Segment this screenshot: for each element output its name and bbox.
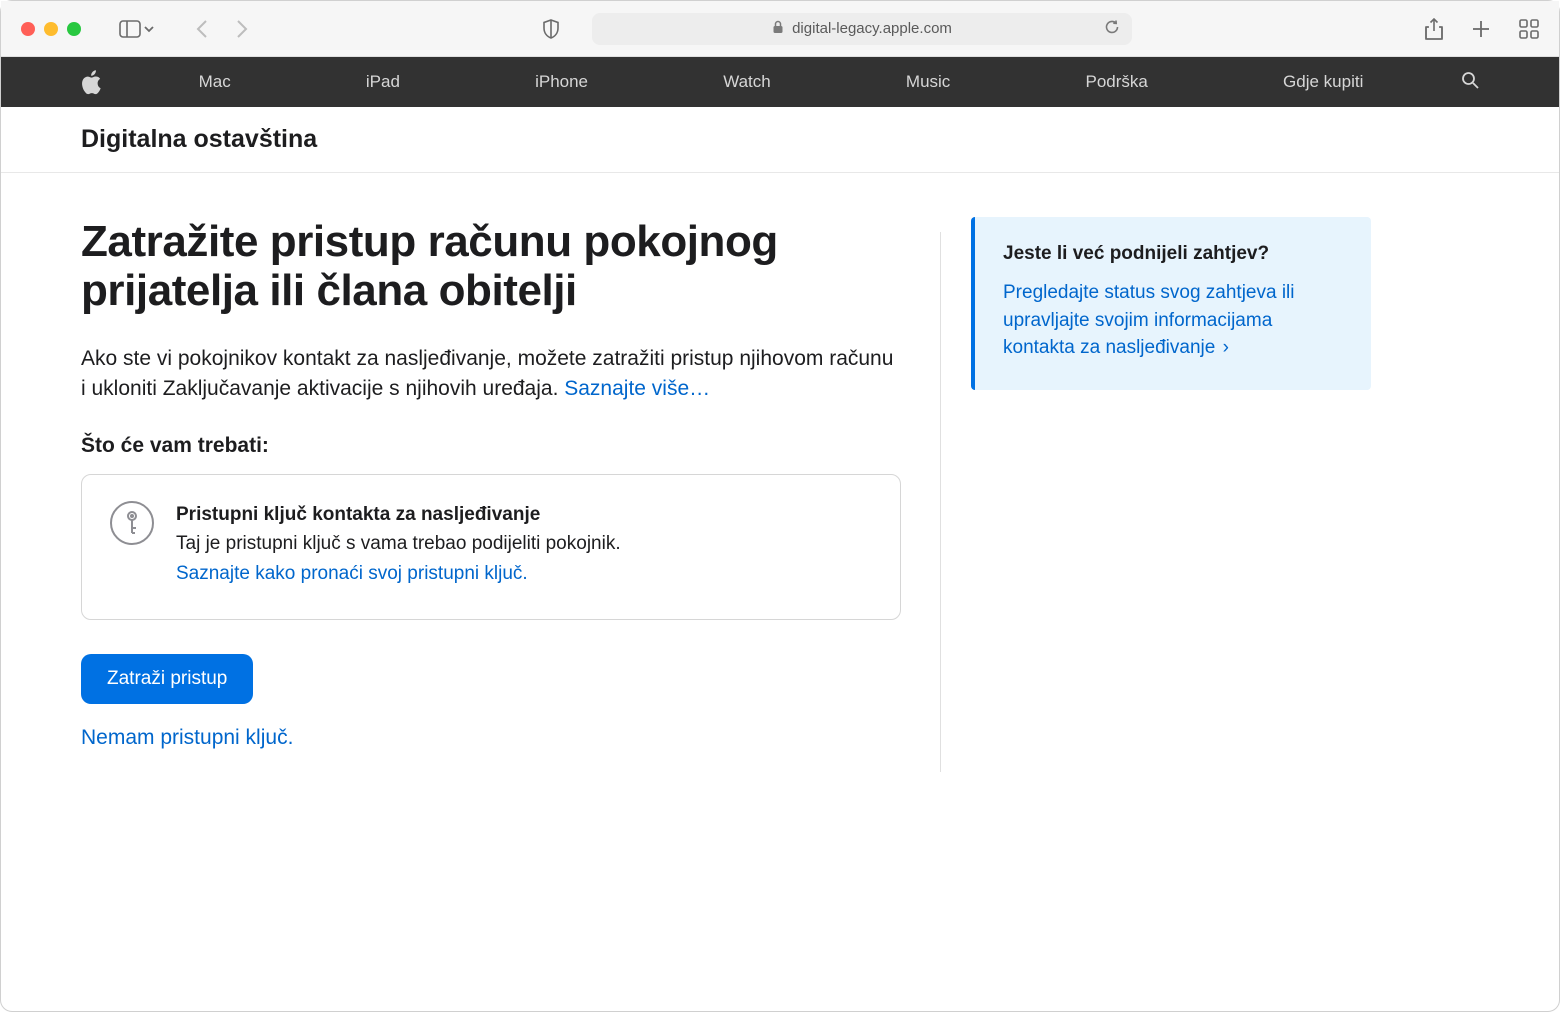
side-column: Jeste li već podnijeli zahtjev? Pregleda… (971, 217, 1371, 750)
request-access-button[interactable]: Zatraži pristup (81, 654, 253, 704)
lock-icon (772, 20, 784, 38)
find-key-link[interactable]: Saznajte kako pronaći svoj pristupni klj… (176, 560, 528, 589)
global-nav: Mac iPad iPhone Watch Music Podrška Gdje… (1, 57, 1559, 107)
nav-links: Mac iPad iPhone Watch Music Podrška Gdje… (131, 72, 1431, 92)
sidebar-toggle-icon[interactable] (119, 20, 141, 38)
chevron-right-icon: › (1217, 337, 1229, 358)
access-key-card-body: Pristupni ključ kontakta za nasljeđivanj… (176, 501, 621, 589)
column-divider (940, 232, 941, 772)
share-icon[interactable] (1425, 18, 1443, 40)
new-tab-icon[interactable] (1471, 19, 1491, 39)
forward-button[interactable] (235, 19, 249, 39)
local-nav-title: Digitalna ostavština (81, 125, 317, 154)
address-bar-text: digital-legacy.apple.com (792, 20, 952, 37)
status-card-title: Jeste li već podnijeli zahtjev? (1003, 243, 1343, 265)
minimize-window-button[interactable] (44, 22, 58, 36)
nav-iphone[interactable]: iPhone (535, 72, 588, 92)
learn-more-link[interactable]: Saznajte više… (564, 377, 710, 400)
window-controls (21, 22, 81, 36)
close-window-button[interactable] (21, 22, 35, 36)
nav-ipad[interactable]: iPad (366, 72, 400, 92)
nav-where-to-buy[interactable]: Gdje kupiti (1283, 72, 1363, 92)
access-key-card-title: Pristupni ključ kontakta za nasljeđivanj… (176, 501, 621, 530)
access-key-card-text: Taj je pristupni ključ s vama trebao pod… (176, 530, 621, 559)
key-icon (110, 501, 154, 545)
access-key-card: Pristupni ključ kontakta za nasljeđivanj… (81, 474, 901, 620)
browser-toolbar: digital-legacy.apple.com (1, 1, 1559, 57)
status-link-text: Pregledajte status svog zahtjeva ili upr… (1003, 282, 1295, 358)
status-card: Jeste li već podnijeli zahtjev? Pregleda… (971, 217, 1371, 390)
apple-logo-icon[interactable] (81, 70, 101, 94)
page-description-text: Ako ste vi pokojnikov kontakt za nasljeđ… (81, 347, 893, 400)
page-description: Ako ste vi pokojnikov kontakt za nasljeđ… (81, 344, 901, 405)
page-heading: Zatražite pristup računu pokojnog prijat… (81, 217, 901, 316)
main-column: Zatražite pristup računu pokojnog prijat… (81, 217, 901, 750)
nav-music[interactable]: Music (906, 72, 950, 92)
no-key-link[interactable]: Nemam pristupni ključ. (81, 726, 901, 750)
tab-overview-icon[interactable] (1519, 19, 1539, 39)
page-content: Zatražite pristup računu pokojnog prijat… (1, 173, 1559, 750)
reload-icon[interactable] (1104, 19, 1120, 39)
nav-mac[interactable]: Mac (199, 72, 231, 92)
fullscreen-window-button[interactable] (67, 22, 81, 36)
nav-support[interactable]: Podrška (1085, 72, 1147, 92)
chevron-down-icon[interactable] (143, 23, 155, 35)
privacy-shield-icon[interactable] (542, 19, 560, 39)
back-button[interactable] (195, 19, 209, 39)
status-link[interactable]: Pregledajte status svog zahtjeva ili upr… (1003, 279, 1343, 362)
local-nav: Digitalna ostavština (1, 107, 1559, 173)
requirements-heading: Što će vam trebati: (81, 434, 901, 458)
nav-watch[interactable]: Watch (723, 72, 771, 92)
address-bar[interactable]: digital-legacy.apple.com (592, 13, 1132, 45)
search-icon[interactable] (1461, 71, 1479, 94)
